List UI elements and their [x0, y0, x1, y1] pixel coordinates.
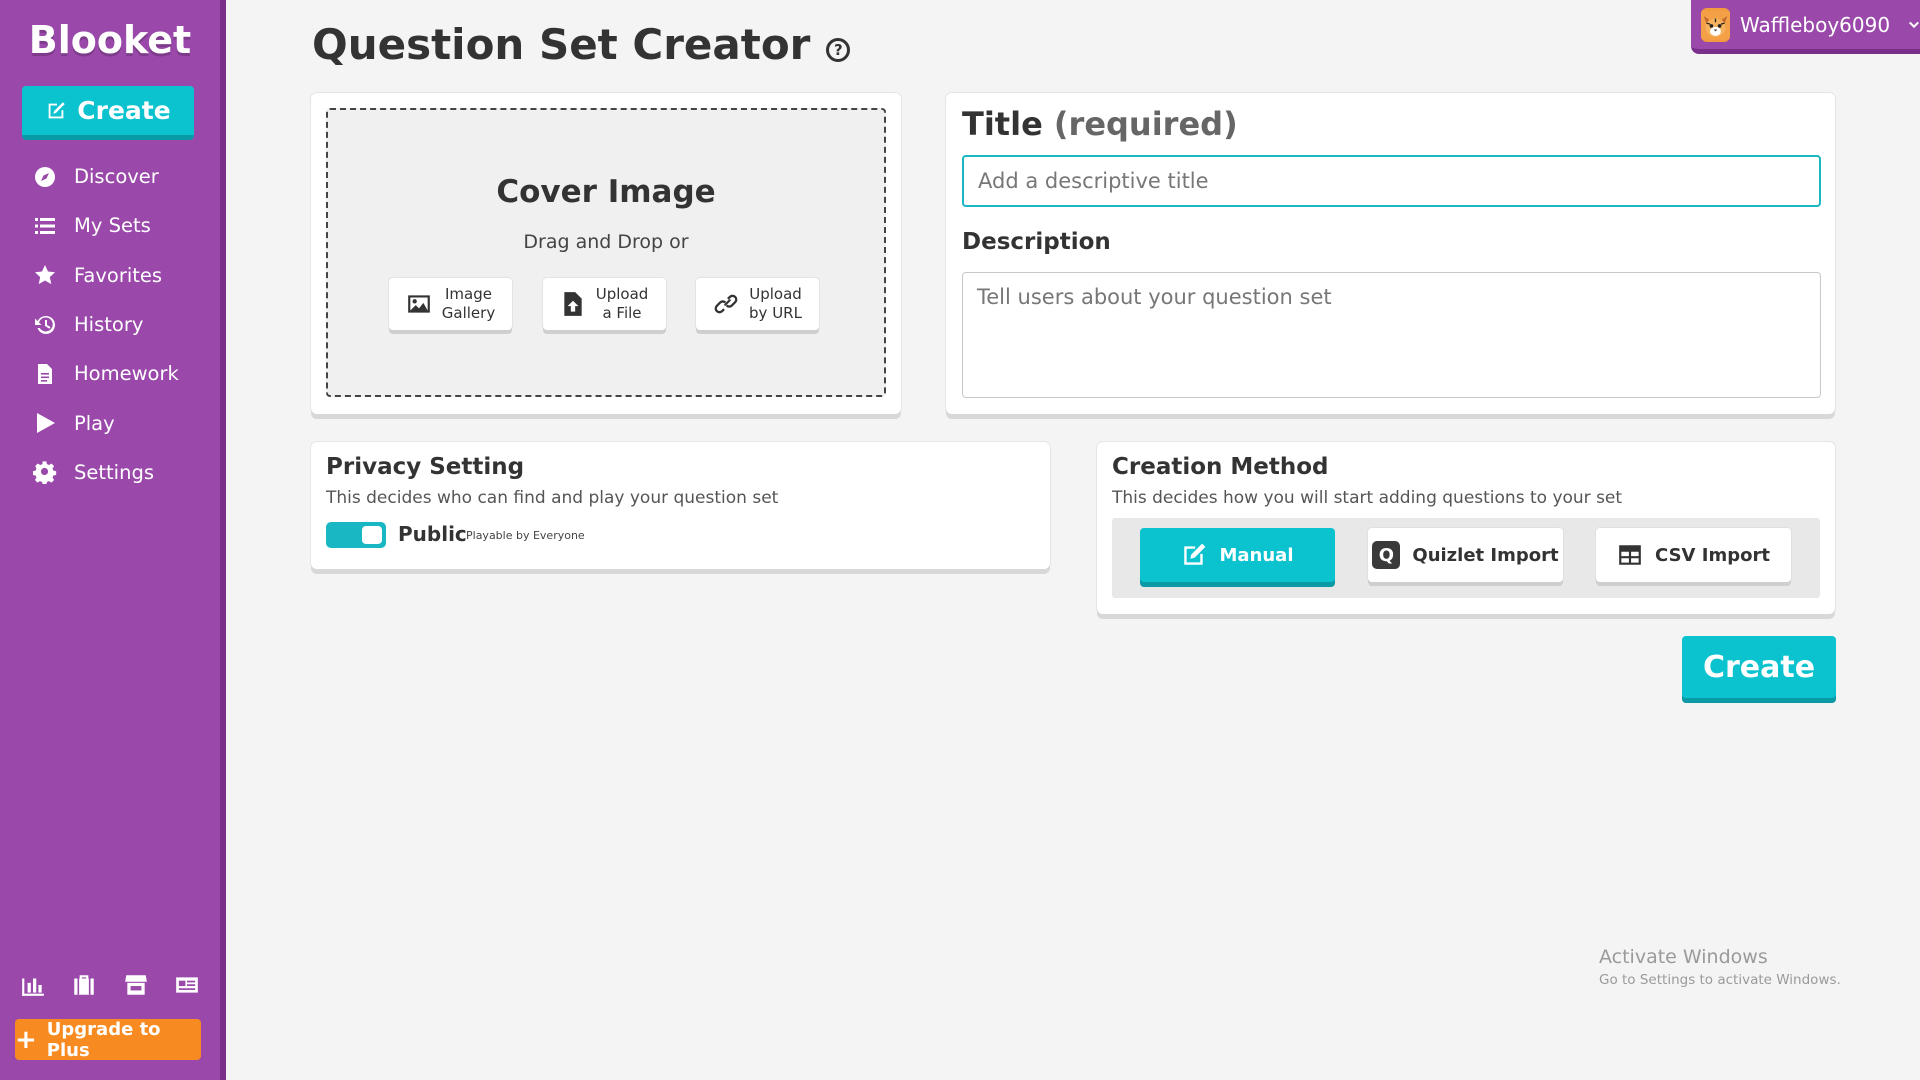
upgrade-label: Upgrade to Plus [46, 1018, 161, 1061]
upload-url-button[interactable]: Upload by URL [696, 278, 819, 330]
sidebar-item-label: My Sets [74, 214, 151, 238]
sidebar-item-favorites[interactable]: Favorites [0, 251, 220, 300]
cover-image-title: Cover Image [496, 174, 716, 210]
sidebar-create-label: Create [77, 96, 171, 125]
description-label: Description [962, 229, 1111, 255]
privacy-toggle-sublabel: Playable by Everyone [466, 529, 585, 542]
privacy-toggle[interactable] [326, 522, 386, 548]
briefcase-icon[interactable] [71, 972, 97, 998]
username: Waffleboy6090 [1740, 12, 1891, 37]
sidebar-item-label: Homework [74, 362, 179, 386]
document-icon [32, 361, 58, 387]
sidebar-item-settings[interactable]: Settings [0, 448, 220, 497]
csv-import-label: CSV Import [1655, 544, 1770, 566]
csv-import-button[interactable]: CSV Import [1596, 528, 1791, 582]
title-card: Title (required) Description [946, 93, 1835, 414]
store-icon[interactable] [123, 972, 149, 998]
image-gallery-button[interactable]: Image Gallery [389, 278, 512, 330]
avatar [1701, 7, 1730, 42]
sidebar-item-label: Favorites [74, 263, 163, 287]
sidebar-item-play[interactable]: Play [0, 398, 220, 447]
upload-file-button[interactable]: Upload a File [542, 278, 666, 330]
sidebar-item-label: Play [74, 411, 115, 435]
upload-url-line1: Upload [749, 284, 802, 303]
creation-method-card: Creation Method This decides how you wil… [1097, 442, 1835, 614]
play-icon [32, 410, 58, 436]
stats-icon[interactable] [20, 972, 46, 998]
activate-windows-watermark: Activate Windows Go to Settings to activ… [1599, 946, 1841, 988]
sidebar-item-discover[interactable]: Discover [0, 152, 220, 201]
title-label-text: Title [962, 105, 1043, 143]
title-input[interactable] [962, 155, 1821, 207]
sidebar: Blooket Create Discover My Sets Favorite… [0, 0, 226, 1080]
creation-method-options: Manual Q Quizlet Import CSV Import [1112, 518, 1820, 598]
table-icon [1619, 545, 1641, 565]
sidebar-item-homework[interactable]: Homework [0, 349, 220, 398]
sidebar-item-my-sets[interactable]: My Sets [0, 201, 220, 250]
upgrade-to-plus-button[interactable]: + Upgrade to Plus [15, 1018, 201, 1061]
manual-method-label: Manual [1219, 544, 1294, 566]
compass-icon [32, 164, 58, 190]
list-icon [32, 213, 58, 239]
image-icon [407, 295, 430, 313]
privacy-description: This decides who can find and play your … [326, 488, 779, 508]
sidebar-item-label: Settings [74, 460, 154, 484]
page-title: Question Set Creator [312, 20, 811, 69]
quizlet-import-button[interactable]: Q Quizlet Import [1368, 528, 1563, 582]
title-required-text: (required) [1053, 105, 1238, 143]
image-gallery-line1: Image [445, 284, 492, 303]
link-icon [714, 294, 738, 314]
quizlet-icon: Q [1372, 541, 1401, 569]
upload-file-line2: a File [602, 304, 642, 322]
star-icon [32, 262, 58, 288]
blooket-logo[interactable]: Blooket [0, 18, 220, 62]
sidebar-item-label: History [74, 313, 144, 337]
cover-image-card: Cover Image Drag and Drop or Image Galler… [311, 93, 901, 414]
cover-image-subtitle: Drag and Drop or [523, 231, 689, 253]
watermark-title: Activate Windows [1599, 946, 1768, 968]
news-icon[interactable] [174, 972, 200, 998]
plus-icon: + [15, 1024, 37, 1055]
file-upload-icon [564, 292, 582, 316]
page-title-wrap: Question Set Creator ? [312, 20, 851, 69]
edit-icon [1184, 543, 1206, 565]
creation-method-heading: Creation Method [1112, 454, 1329, 480]
chevron-down-icon [1909, 21, 1920, 28]
privacy-setting-card: Privacy Setting This decides who can fin… [311, 442, 1050, 569]
history-icon [32, 312, 58, 338]
sidebar-bottom-icons [20, 972, 200, 998]
help-icon[interactable]: ? [826, 37, 851, 62]
watermark-subtitle: Go to Settings to activate Windows. [1599, 972, 1841, 988]
description-input[interactable] [962, 272, 1821, 398]
upload-file-line1: Upload [595, 284, 649, 303]
upload-url-line2: by URL [749, 304, 802, 322]
sidebar-item-label: Discover [74, 165, 159, 189]
edit-icon [48, 101, 65, 118]
quizlet-import-label: Quizlet Import [1412, 544, 1559, 566]
manual-method-button[interactable]: Manual [1140, 528, 1335, 582]
sidebar-nav: Discover My Sets Favorites History Homew… [0, 152, 220, 497]
gear-icon [32, 459, 58, 485]
privacy-heading: Privacy Setting [326, 454, 525, 480]
title-label: Title (required) [962, 105, 1238, 143]
image-gallery-line2: Gallery [441, 304, 496, 322]
toggle-knob [362, 526, 382, 544]
creation-method-description: This decides how you will start adding q… [1112, 488, 1623, 508]
privacy-toggle-label: Public [398, 522, 467, 546]
cover-image-dropzone[interactable]: Cover Image Drag and Drop or Image Galler… [326, 108, 886, 397]
cover-upload-options: Image Gallery Upload a File Upload by URL [389, 278, 819, 330]
create-set-button[interactable]: Create [1682, 636, 1836, 698]
sidebar-create-button[interactable]: Create [22, 86, 194, 140]
sidebar-item-history[interactable]: History [0, 300, 220, 349]
user-menu[interactable]: Waffleboy6090 [1691, 0, 1920, 54]
